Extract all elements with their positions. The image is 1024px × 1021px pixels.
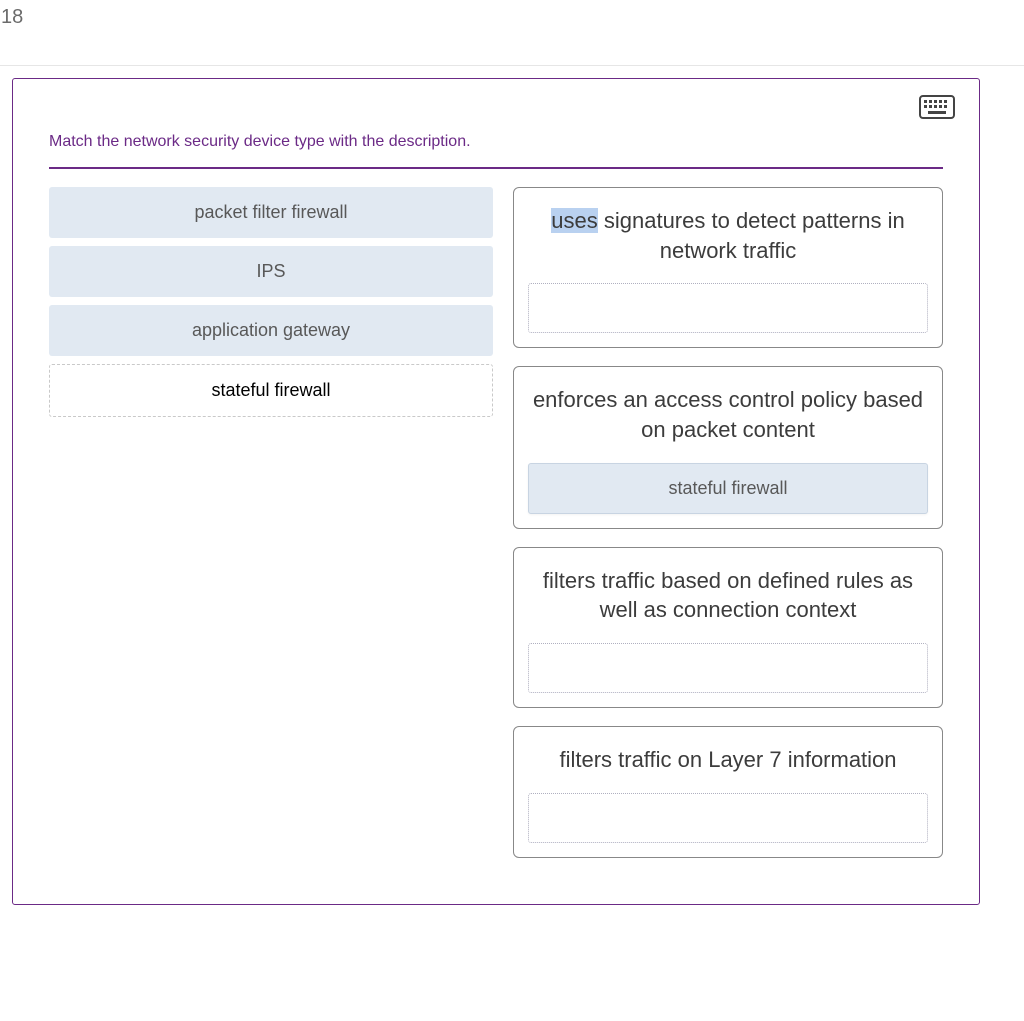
target-description: enforces an access control policy based … [528,385,928,444]
divider-question [49,167,943,169]
source-item-packet-filter-firewall[interactable]: packet filter firewall [49,187,493,238]
drop-slot-1[interactable] [528,283,928,333]
target-description-rest: signatures to detect patterns in network… [598,208,905,263]
drop-slot-2[interactable]: stateful firewall [528,463,928,514]
target-description: filters traffic on Layer 7 information [528,745,928,775]
target-box-3: filters traffic based on defined rules a… [513,547,943,708]
highlighted-word: uses [551,208,597,233]
drop-slot-4[interactable] [528,793,928,843]
source-column: packet filter firewall IPS application g… [49,187,493,417]
target-box-1: uses signatures to detect patterns in ne… [513,187,943,348]
source-item-application-gateway[interactable]: application gateway [49,305,493,356]
target-box-2: enforces an access control policy based … [513,366,943,528]
divider-top [0,65,1024,66]
question-text: Match the network security device type w… [49,133,943,151]
target-description: uses signatures to detect patterns in ne… [528,206,928,265]
question-container: Match the network security device type w… [12,78,980,905]
target-description: filters traffic based on defined rules a… [528,566,928,625]
match-columns: packet filter firewall IPS application g… [49,187,943,858]
target-column: uses signatures to detect patterns in ne… [513,187,943,858]
page-number: 18 [1,6,23,29]
keyboard-icon[interactable] [919,95,955,119]
target-box-4: filters traffic on Layer 7 information [513,726,943,858]
source-item-ips[interactable]: IPS [49,246,493,297]
drop-slot-3[interactable] [528,643,928,693]
source-item-ghost-stateful-firewall[interactable]: stateful firewall [49,364,493,417]
